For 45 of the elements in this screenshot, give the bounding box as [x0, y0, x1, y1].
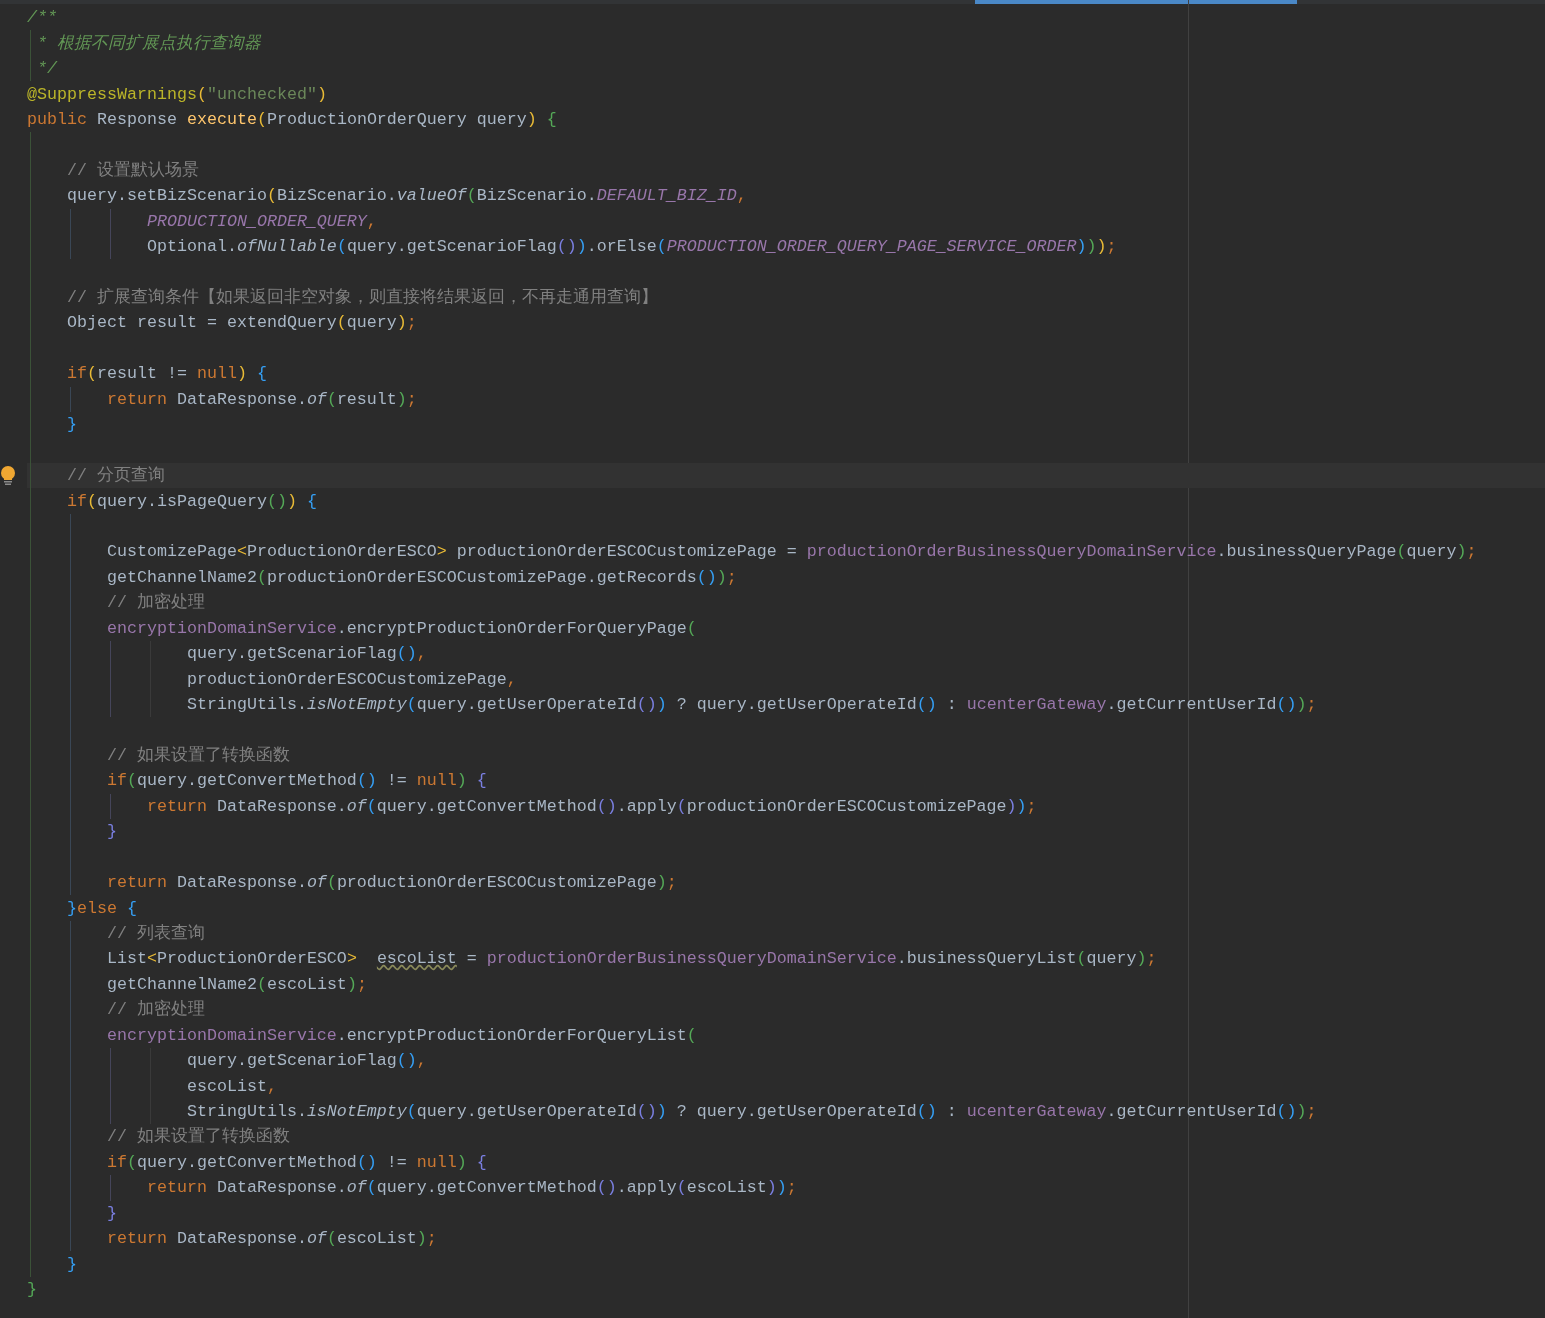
- code-line: if(result != null) {: [65, 363, 267, 386]
- code-line: query.getScenarioFlag(),: [185, 643, 427, 666]
- code-line: escoList,: [185, 1075, 277, 1098]
- code-comment: // 列表查询: [105, 922, 205, 945]
- code-line: StringUtils.isNotEmpty(query.getUserOperateId()) ? query.getUserOperateId() : ucenterGateway.getCurrentUserId());: [185, 694, 1317, 717]
- code-line: }: [65, 414, 77, 437]
- code-comment: // 如果设置了转换函数: [105, 1126, 290, 1149]
- code-line: encryptionDomainService.encryptProductionOrderForQueryPage(: [105, 617, 697, 640]
- code-comment: // 分页查询: [65, 465, 165, 488]
- code-line: }: [65, 1253, 77, 1276]
- code-line: return DataResponse.of(productionOrderESCOCustomizePage);: [105, 872, 677, 895]
- code-line: getChannelName2(escoList);: [105, 973, 367, 996]
- code-line: List<ProductionOrderESCO> escoList = productionOrderBusinessQueryDomainService.businessQueryList(query);: [105, 948, 1157, 971]
- code-line: }: [27, 1279, 37, 1302]
- code-line: PRODUCTION_ORDER_QUERY,: [145, 210, 377, 233]
- code-line: return DataResponse.of(query.getConvertMethod().apply(escoList));: [145, 1177, 797, 1200]
- code-comment: * 根据不同扩展点执行查询器: [36, 32, 261, 55]
- code-comment: // 如果设置了转换函数: [105, 744, 290, 767]
- code-line: return DataResponse.of(query.getConvertMethod().apply(productionOrderESCOCustomizePage));: [145, 795, 1037, 818]
- code-line: CustomizePage<ProductionOrderESCO> productionOrderESCOCustomizePage = productionOrderBusinessQueryDomainService.businessQueryPage(query);: [105, 541, 1477, 564]
- code-comment: // 设置默认场景: [65, 159, 199, 182]
- code-line: return DataResponse.of(result);: [105, 388, 417, 411]
- code-line: }: [105, 1202, 117, 1225]
- code-line: if(query.isPageQuery()) {: [65, 490, 317, 513]
- code-line: query.setBizScenario(BizScenario.valueOf(BizScenario.DEFAULT_BIZ_ID,: [65, 185, 747, 208]
- code-line: StringUtils.isNotEmpty(query.getUserOperateId()) ? query.getUserOperateId() : ucenterGateway.getCurrentUserId());: [185, 1101, 1317, 1124]
- code-line: Object result = extendQuery(query);: [65, 312, 417, 335]
- code-comment: /**: [27, 7, 57, 30]
- code-comment: // 加密处理: [105, 591, 205, 615]
- code-comment: // 加密处理: [105, 998, 205, 1022]
- code-line: productionOrderESCOCustomizePage,: [185, 668, 517, 691]
- code-line: if(query.getConvertMethod() != null) {: [105, 1151, 487, 1174]
- code-line: public Response execute(ProductionOrderQuery query) {: [27, 108, 557, 131]
- code-line: getChannelName2(productionOrderESCOCustomizePage.getRecords());: [105, 566, 737, 589]
- code-line: if(query.getConvertMethod() != null) {: [105, 770, 487, 793]
- code-line: Optional.ofNullable(query.getScenarioFlag()).orElse(PRODUCTION_ORDER_QUERY_PAGE_SERVICE_ORDER)));: [145, 236, 1117, 259]
- code-comment: */: [36, 58, 57, 81]
- code-line: return DataResponse.of(escoList);: [105, 1228, 437, 1251]
- code-line: }: [105, 821, 117, 844]
- code-line: }else {: [65, 897, 137, 920]
- code-line: @SuppressWarnings("unchecked"): [27, 83, 327, 106]
- lightbulb-icon[interactable]: [0, 464, 16, 487]
- code-line: query.getScenarioFlag(),: [185, 1050, 427, 1073]
- code-line: encryptionDomainService.encryptProductionOrderForQueryList(: [105, 1024, 697, 1047]
- code-comment: // 扩展查询条件【如果返回非空对象，则直接将结果返回，不再走通用查询】: [65, 287, 658, 310]
